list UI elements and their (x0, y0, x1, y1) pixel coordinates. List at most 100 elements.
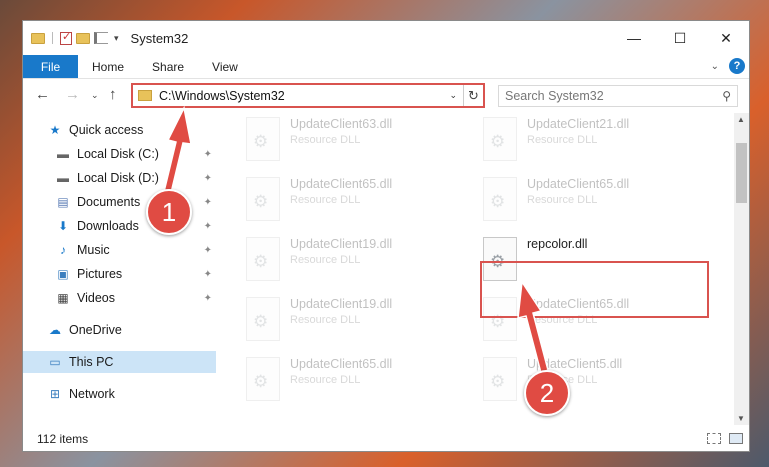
item-count: 112 items (37, 431, 89, 446)
help-icon[interactable]: ? (729, 58, 745, 74)
search-icon[interactable]: ⚲ (722, 89, 731, 103)
customize-dropdown-icon[interactable]: ▾ (114, 33, 119, 44)
sidebar-item-pictures[interactable]: ▣ Pictures ✦ (23, 263, 216, 285)
network-icon: ⊞ (49, 387, 61, 401)
sidebar-item-label: Network (69, 387, 115, 401)
sidebar-item-label: Local Disk (D:) (77, 171, 159, 185)
quick-access-toolbar: ▾ (31, 30, 119, 45)
scroll-up-icon[interactable]: ▲ (737, 115, 745, 124)
sidebar-item-music[interactable]: ♪ Music ✦ (23, 239, 216, 261)
file-type: Resource DLL (290, 134, 361, 146)
dll-file-icon (483, 117, 517, 161)
star-icon: ★ (49, 123, 61, 137)
file-type: Resource DLL (290, 374, 361, 386)
dll-file-icon (246, 237, 280, 281)
file-type: Resource DLL (527, 134, 598, 146)
sidebar-item-label: Pictures (77, 267, 123, 281)
file-name: UpdateClient63.dll (290, 117, 393, 131)
search-input[interactable]: Search System32 ⚲ (498, 85, 738, 107)
refresh-icon[interactable]: ↻ (463, 85, 483, 106)
pin-icon[interactable]: ✦ (204, 245, 212, 256)
pin-icon[interactable]: ✦ (204, 293, 212, 304)
minimize-button[interactable]: — (611, 21, 657, 55)
dll-file-icon (246, 297, 280, 341)
pin-icon[interactable]: ✦ (204, 269, 212, 280)
tab-share[interactable]: Share (138, 55, 198, 78)
file-name: UpdateClient19.dll (290, 237, 393, 251)
sidebar-item-label: Music (77, 243, 110, 257)
navigation-pane: ★ Quick access ▬ Local Disk (C:) ✦ ▬ Loc… (23, 119, 218, 421)
documents-icon: ▤ (57, 195, 69, 209)
view-options-icon[interactable] (94, 32, 108, 44)
dll-file-icon (483, 357, 517, 401)
navigation-bar: ← → ⌄ ↑ C:\Windows\System32 ⌄ ↻ Search S… (23, 80, 749, 112)
file-name: repcolor.dll (527, 237, 588, 251)
properties-check-icon[interactable] (60, 30, 72, 45)
file-item[interactable]: UpdateClient65.dll Resource DLL (483, 173, 703, 225)
file-item[interactable]: UpdateClient63.dll Resource DLL (246, 113, 466, 165)
details-view-icon[interactable] (707, 433, 721, 444)
sidebar-item-label: OneDrive (69, 323, 122, 337)
forward-arrow-icon[interactable]: → (65, 86, 80, 103)
up-arrow-icon[interactable]: ↑ (109, 86, 117, 103)
sidebar-item-local-disk-d[interactable]: ▬ Local Disk (D:) ✦ (23, 167, 216, 189)
new-folder-icon[interactable] (76, 32, 90, 44)
pictures-icon: ▣ (57, 267, 69, 281)
music-icon: ♪ (60, 243, 66, 257)
file-item[interactable]: UpdateClient19.dll Resource DLL (246, 233, 466, 285)
file-type: Resource DLL (290, 194, 361, 206)
sidebar-item-label: Documents (77, 195, 141, 209)
step-1-badge: 1 (146, 189, 192, 235)
pin-icon[interactable]: ✦ (204, 173, 212, 184)
file-type: Resource DLL (527, 194, 598, 206)
tab-home[interactable]: Home (78, 55, 138, 78)
maximize-button[interactable]: ☐ (657, 21, 703, 55)
file-item[interactable]: UpdateClient65.dll Resource DLL (246, 353, 466, 405)
sidebar-item-network[interactable]: ⊞ Network (23, 383, 216, 405)
toolbar-divider (52, 32, 53, 44)
ribbon-tabs: File Home Share View ⌄ ? (23, 55, 749, 79)
address-bar[interactable]: C:\Windows\System32 ⌄ ↻ (131, 83, 485, 108)
step-2-badge: 2 (524, 370, 570, 416)
file-list: UpdateClient63.dll Resource DLL UpdateCli… (218, 113, 733, 423)
file-name: UpdateClient19.dll (290, 297, 393, 311)
file-item[interactable]: UpdateClient5.dllResource DLL (483, 353, 703, 405)
back-arrow-icon[interactable]: ← (35, 86, 50, 103)
vertical-scrollbar[interactable]: ▲ ▼ (734, 113, 749, 425)
file-type: Resource DLL (290, 254, 361, 266)
folder-icon (138, 90, 152, 101)
address-path[interactable]: C:\Windows\System32 (159, 89, 449, 103)
file-name: UpdateClient5.dll (527, 357, 623, 371)
tab-file[interactable]: File (23, 55, 78, 78)
pin-icon[interactable]: ✦ (204, 221, 212, 232)
close-button[interactable]: ✕ (703, 21, 749, 55)
drive-icon: ▬ (57, 147, 69, 161)
file-item[interactable]: UpdateClient21.dll Resource DLL (483, 113, 703, 165)
sidebar-item-label: Downloads (77, 219, 139, 233)
large-icons-view-icon[interactable] (729, 433, 743, 444)
sidebar-item-onedrive[interactable]: ☁ OneDrive (23, 319, 216, 341)
file-item[interactable]: UpdateClient19.dll Resource DLL (246, 293, 466, 345)
status-bar: 112 items (23, 425, 749, 452)
drive-icon: ▬ (57, 171, 69, 185)
sidebar-item-videos[interactable]: ▦ Videos ✦ (23, 287, 216, 309)
chevron-down-icon[interactable]: ⌄ (449, 90, 457, 101)
explorer-window: ▾ System32 — ☐ ✕ File Home Share View ⌄ … (22, 20, 750, 452)
expand-ribbon-icon[interactable]: ⌄ (711, 61, 719, 72)
cloud-icon: ☁ (49, 323, 61, 337)
sidebar-item-this-pc[interactable]: ▭ This PC (23, 351, 216, 373)
videos-icon: ▦ (57, 291, 69, 305)
tab-view[interactable]: View (198, 55, 252, 78)
sidebar-item-local-disk-c[interactable]: ▬ Local Disk (C:) ✦ (23, 143, 216, 165)
sidebar-item-quick-access[interactable]: ★ Quick access (23, 119, 216, 141)
sidebar-item-label: This PC (69, 355, 114, 369)
pin-icon[interactable]: ✦ (204, 197, 212, 208)
title-bar: ▾ System32 — ☐ ✕ (23, 21, 749, 55)
file-name: UpdateClient65.dll (290, 177, 393, 191)
repcolor-highlight-box (480, 261, 709, 318)
recent-locations-icon[interactable]: ⌄ (91, 90, 99, 101)
scrollbar-thumb[interactable] (736, 143, 747, 203)
file-item[interactable]: UpdateClient65.dll Resource DLL (246, 173, 466, 225)
scroll-down-icon[interactable]: ▼ (737, 414, 745, 423)
pin-icon[interactable]: ✦ (204, 149, 212, 160)
